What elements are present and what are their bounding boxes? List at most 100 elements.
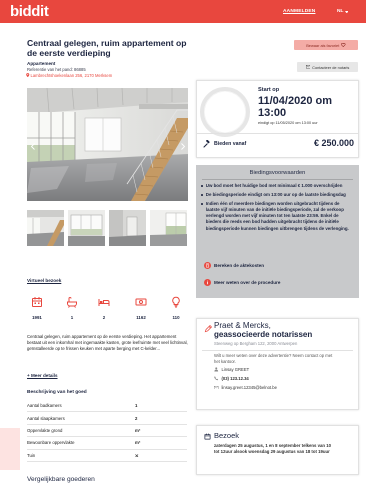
list-item: De biedingsperiode eindigt om 13:00 uur … <box>201 192 353 198</box>
calculate-costs-link[interactable]: Bereken de aktekosten <box>204 262 264 269</box>
thumbnail-1[interactable] <box>27 210 64 246</box>
envelope-icon <box>305 65 311 69</box>
bid-amount: € 250.000 <box>313 138 354 148</box>
conditions-divider <box>202 179 353 180</box>
notary-address: Steenweg op Bergham 122, 2000 Antwerpen <box>214 341 298 346</box>
decorative-accent <box>0 428 20 470</box>
table-row: Aantal slaapkamers 2 <box>27 412 187 425</box>
chevron-right-icon <box>180 142 185 150</box>
table-row: Bewoonbare oppervlakte m² <box>27 437 187 450</box>
phone-number: (03) 123.12.34 <box>221 376 249 381</box>
feature-value: 110 <box>172 315 180 320</box>
conditions-heading: Biedingsvoorwaarden <box>249 170 306 176</box>
property-address: Lambrechtshoekenlaan 256, 2170 Merksem <box>26 73 112 78</box>
address-text: Lambrechtshoekenlaan 256, 2170 Merksem <box>30 72 113 78</box>
gavel-icon <box>203 140 211 148</box>
contact-phone[interactable]: (03) 123.12.34 <box>214 376 249 381</box>
contact-notary-button[interactable]: Contacteer de notaris <box>297 62 358 72</box>
property-reference: Referentie van het pand: 86885 <box>27 66 86 72</box>
heart-icon <box>341 43 346 47</box>
countdown-ring <box>199 86 251 138</box>
more-details-link[interactable]: + Meer details <box>27 373 58 379</box>
notary-name: Praet & Mercks, <box>214 321 271 330</box>
spec-value: m² <box>135 440 141 446</box>
bed-icon <box>98 296 110 308</box>
link-label: Bereken de aktekosten <box>214 263 265 268</box>
notary-intro: Wilt u meer weten over deze advertentie?… <box>214 353 333 364</box>
bid-label: Bieden vanaf <box>214 140 247 147</box>
thumbnail-3[interactable] <box>109 210 146 246</box>
contact-name: Linsay GREET <box>221 367 250 372</box>
link-label: Meer weten over de procedure <box>214 280 281 285</box>
thumbnail-4[interactable] <box>150 210 187 246</box>
save-favorite-button[interactable]: Bewaar als favoriet <box>294 40 358 50</box>
feature-value: 1991 <box>32 315 42 320</box>
table-row: Tuin <box>27 450 187 462</box>
spec-value: 2 <box>135 415 138 421</box>
biddit-logo[interactable]: biddit <box>10 2 49 21</box>
contact-label: Contacteer de notaris <box>312 64 350 70</box>
spec-label: Oppervlakte grond <box>27 427 63 433</box>
page-title: Centraal gelegen, ruim appartement op de… <box>27 38 187 59</box>
spec-label: Aantal slaapkamers <box>27 415 65 421</box>
feature-bedrooms: 2 <box>93 296 115 320</box>
bullet-dot <box>201 185 203 188</box>
banknote-icon <box>135 296 147 308</box>
end-date: eindigt op 11/05/2020 om 13:00 uur <box>258 121 318 125</box>
list-item: Uw bod moet het huidige bod met minimaal… <box>201 183 353 189</box>
login-link[interactable]: AANMELDEN <box>283 9 315 15</box>
contact-person: Linsay GREET <box>214 367 249 372</box>
gallery-next-button[interactable] <box>179 141 186 151</box>
bulb-icon <box>170 296 182 308</box>
spec-label: Aantal badkamers <box>27 403 62 409</box>
cross-icon <box>135 453 139 458</box>
start-label: Start op <box>258 87 280 93</box>
feature-energy: 110 <box>165 296 187 320</box>
bullet-dot <box>201 194 203 196</box>
table-row: Aantal badkamers 1 <box>27 400 187 413</box>
table-row: Oppervlakte grond m² <box>27 425 187 438</box>
calendar-icon <box>204 433 211 440</box>
chevron-left-icon <box>30 142 35 150</box>
notary-firm: geassocieerde notarissen <box>214 330 313 339</box>
feature-cadastral-income: 1162 <box>130 296 152 320</box>
virtual-tour-link[interactable]: Virtueel bezoek <box>27 278 61 284</box>
pen-icon <box>204 324 213 333</box>
start-date: 11/04/2020 om 13:00 <box>258 95 333 119</box>
contact-email[interactable]: linsay.greet.12345@belnot.be <box>214 385 277 390</box>
calculator-icon <box>204 262 211 269</box>
language-label: NL <box>337 9 344 14</box>
list-item: Indien één of meerdere biedingen worden … <box>201 201 353 232</box>
specs-table: Aantal badkamers 1 Aantal slaapkamers 2 … <box>27 400 187 462</box>
bid-from: Bieden vanaf <box>203 140 246 148</box>
spec-value: 1 <box>135 403 138 409</box>
spec-label: Bewoonbare oppervlakte <box>27 440 75 446</box>
specs-heading: Beschrijving van het goed <box>27 390 87 395</box>
condition-text: De biedingsperiode eindigt om 13:00 uur … <box>205 191 346 197</box>
notary-divider <box>202 350 353 351</box>
procedure-info-link[interactable]: Meer weten over de procedure <box>204 279 280 286</box>
email-icon <box>214 385 219 390</box>
feature-bathrooms: 1 <box>61 296 83 320</box>
phone-icon <box>214 376 219 381</box>
card-divider <box>196 133 359 134</box>
conditions-list: Uw bod moet het huidige bod met minimaal… <box>201 183 353 235</box>
property-description: Centraal gelegen, ruim appartement op de… <box>27 334 188 352</box>
bath-icon <box>66 296 78 308</box>
caret-down-icon <box>344 10 349 14</box>
main-photo[interactable] <box>27 88 188 201</box>
thumbnail-2[interactable] <box>68 210 105 246</box>
feature-value: 2 <box>102 315 106 320</box>
visit-schedule: zaterdagen 25 augustus, 1 en 8 september… <box>214 443 332 455</box>
spec-value: m² <box>135 427 141 433</box>
property-type: Appartement <box>27 60 56 66</box>
info-icon <box>204 279 211 286</box>
location-pin-icon <box>26 72 30 78</box>
condition-text: Indien één of meerdere biedingen worden … <box>205 200 349 231</box>
language-selector[interactable]: NL <box>337 9 349 15</box>
feature-build-year: 1991 <box>26 296 48 320</box>
feature-value: 1162 <box>136 315 146 320</box>
spec-label: Tuin <box>27 452 36 458</box>
gallery-prev-button[interactable] <box>29 141 36 151</box>
person-icon <box>214 367 219 372</box>
